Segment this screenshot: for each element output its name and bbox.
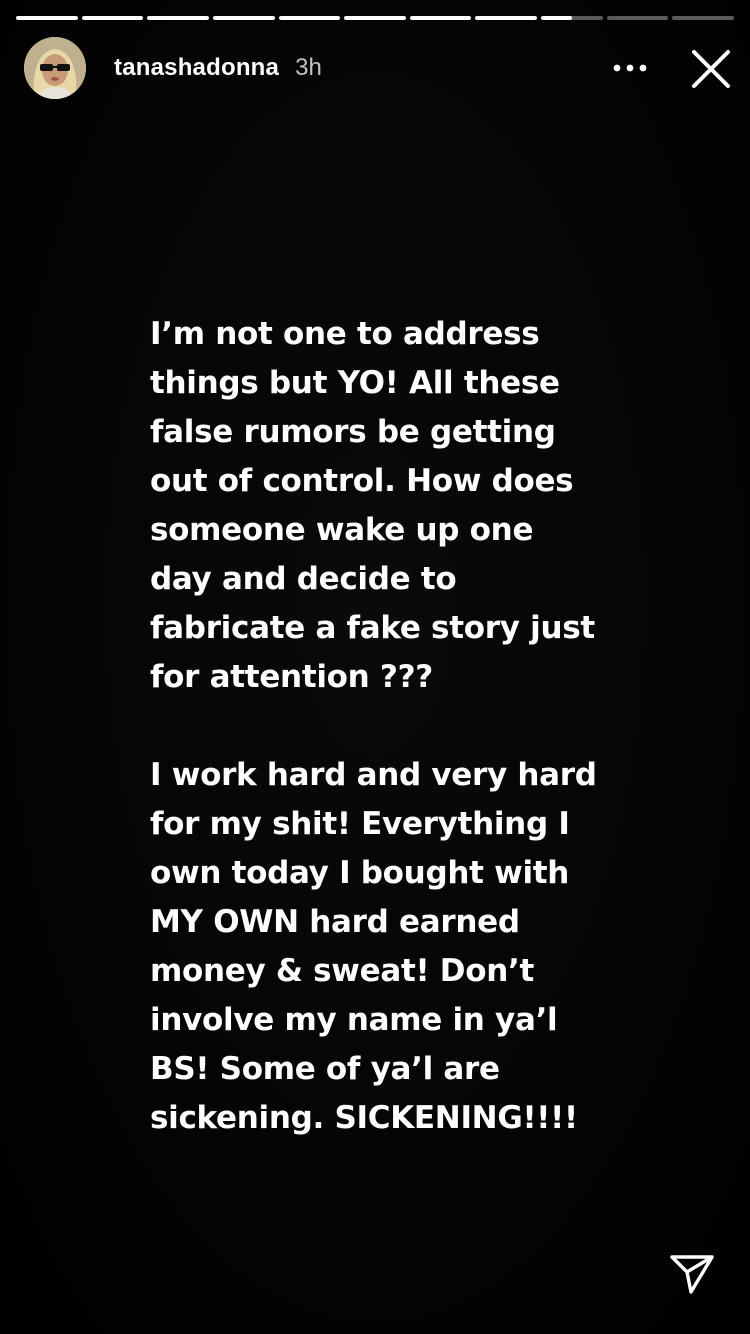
story-text-line: money & sweat! Don’t bbox=[150, 953, 534, 989]
close-icon bbox=[692, 50, 730, 88]
avatar-photo-icon bbox=[24, 37, 86, 99]
story-progress-segment bbox=[16, 16, 78, 20]
story-progress-bar bbox=[16, 16, 735, 20]
story-progress-segment bbox=[212, 16, 275, 20]
story-text-line: involve my name in ya’l bbox=[150, 1002, 558, 1038]
send-button[interactable] bbox=[666, 1248, 718, 1300]
send-icon bbox=[670, 1255, 714, 1294]
story-viewer[interactable]: tanashadonna 3h I’m not one to address t… bbox=[0, 0, 750, 1334]
story-progress-fill bbox=[16, 16, 78, 20]
story-text-line: own today I bought with bbox=[150, 855, 570, 891]
story-text-line: for attention ??? bbox=[150, 659, 433, 695]
story-header: tanashadonna 3h bbox=[24, 36, 322, 100]
story-progress-fill bbox=[278, 16, 341, 20]
story-progress-fill bbox=[541, 16, 572, 20]
story-text-line: sickening. SICKENING!!!! bbox=[150, 1100, 578, 1136]
story-text: I’m not one to address things but YO! Al… bbox=[150, 310, 630, 1143]
story-text-line: I work hard and very hard bbox=[150, 757, 597, 793]
more-options-icon bbox=[613, 64, 647, 72]
story-progress-segment bbox=[344, 16, 406, 20]
story-text-line: someone wake up one bbox=[150, 512, 534, 548]
story-paragraph-1: I’m not one to address things but YO! Al… bbox=[150, 310, 630, 702]
story-progress-fill bbox=[475, 16, 538, 20]
story-text-line: out of control. How does bbox=[150, 463, 574, 499]
story-progress-segment bbox=[147, 16, 209, 20]
story-progress-segment bbox=[541, 16, 603, 20]
story-progress-segment bbox=[672, 16, 735, 20]
story-text-line: fabricate a fake story just bbox=[150, 610, 595, 646]
post-time: 3h bbox=[295, 54, 322, 81]
close-button[interactable] bbox=[684, 42, 738, 96]
story-text-line: for my shit! Everything I bbox=[150, 806, 570, 842]
story-progress-segment bbox=[606, 16, 669, 20]
story-text-line: things but YO! All these bbox=[150, 365, 560, 401]
story-progress-segment bbox=[475, 16, 538, 20]
username[interactable]: tanashadonna bbox=[114, 54, 279, 82]
story-progress-fill bbox=[344, 16, 406, 20]
story-text-line: I’m not one to address bbox=[150, 316, 540, 352]
story-progress-segment bbox=[409, 16, 472, 20]
story-progress-segment bbox=[81, 16, 144, 20]
more-options-button[interactable] bbox=[606, 50, 654, 86]
story-progress-fill bbox=[409, 16, 472, 20]
story-progress-fill bbox=[81, 16, 144, 20]
story-text-line: day and decide to bbox=[150, 561, 457, 597]
story-progress-fill bbox=[212, 16, 275, 20]
story-paragraph-2: I work hard and very hard for my shit! E… bbox=[150, 751, 630, 1143]
avatar[interactable] bbox=[24, 37, 86, 99]
story-text-line: BS! Some of ya’l are bbox=[150, 1051, 500, 1087]
story-text-line: MY OWN hard earned bbox=[150, 904, 520, 940]
story-progress-fill bbox=[147, 16, 209, 20]
story-progress-segment bbox=[278, 16, 341, 20]
story-text-line: false rumors be getting bbox=[150, 414, 556, 450]
